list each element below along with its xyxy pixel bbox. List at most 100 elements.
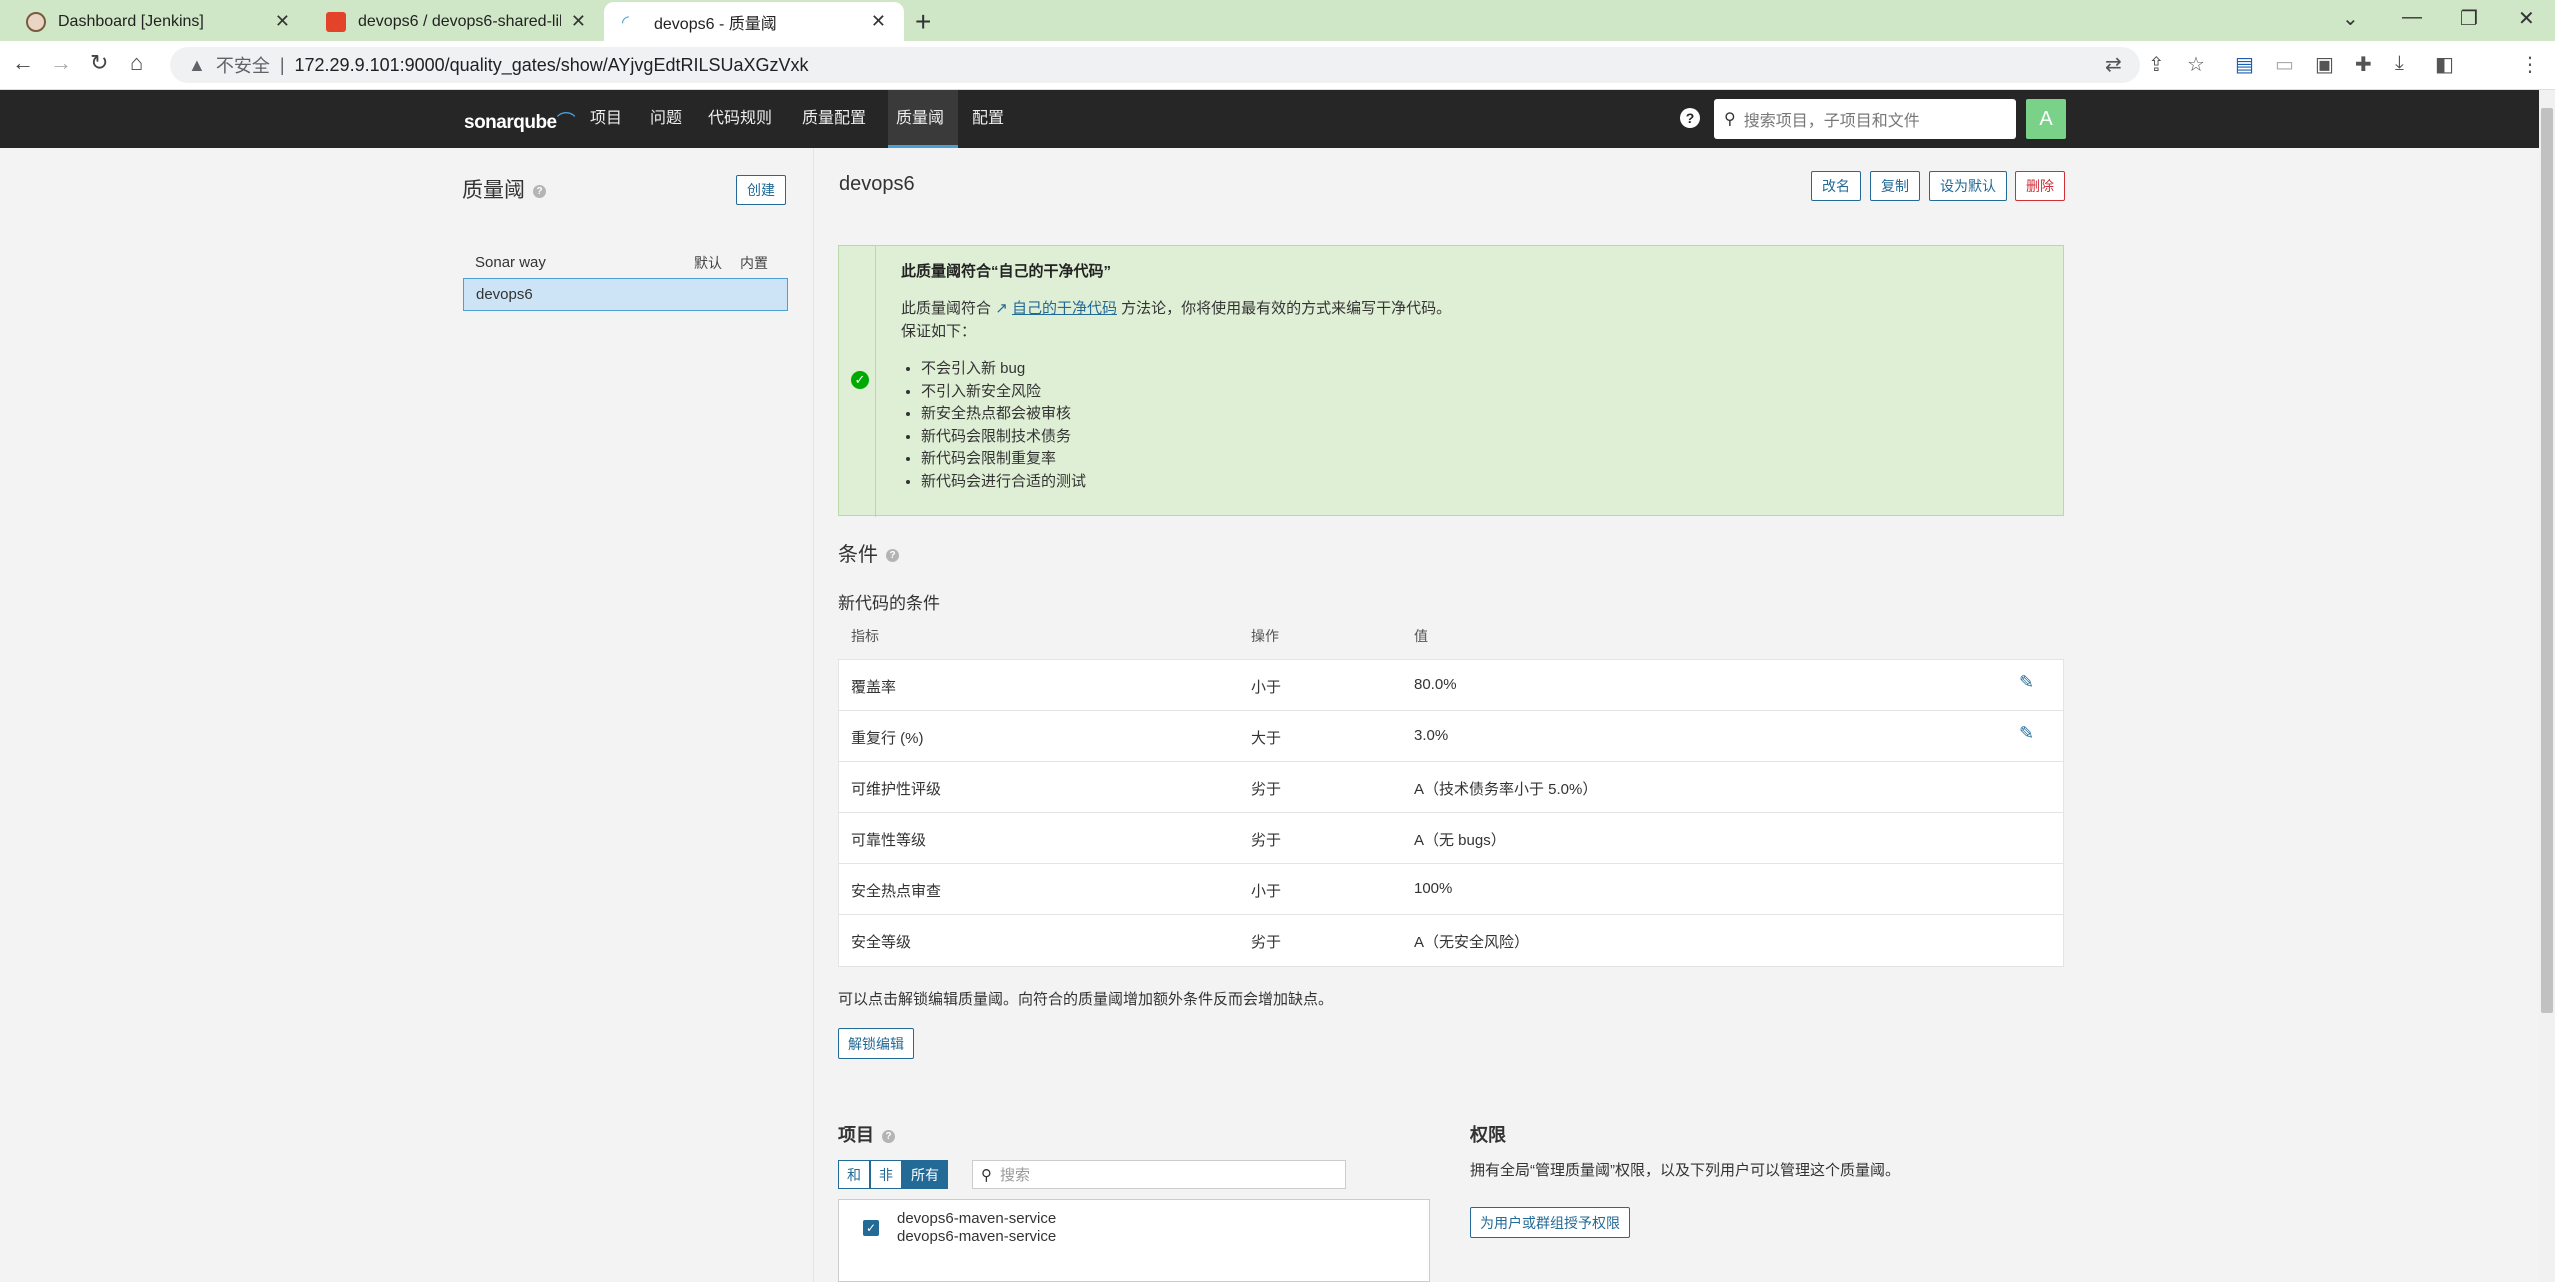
clean-as-you-code-notice: ✓ 此质量阈符合“自己的干净代码” 此质量阈符合 ↗ 自己的干净代码 方法论，你… [838,245,2064,517]
nav-projects[interactable]: 项目 [584,90,628,148]
unlock-note: 可以点击解锁编辑质量阈。向符合的质量阈增加额外条件反而会增加缺点。 [838,991,1334,1008]
table-row: 可维护性评级 劣于 A（技术债务率小于 5.0%） [839,762,2063,813]
nav-quality-gates[interactable]: 质量阈 [888,90,958,148]
condition-operator: 小于 [1251,679,1282,696]
new-code-conditions-title: 新代码的条件 [838,594,940,613]
user-avatar[interactable]: A [2026,99,2066,139]
condition-operator: 小于 [1251,883,1282,900]
close-icon[interactable]: ✕ [571,11,586,32]
translate-icon[interactable]: ⇄ [2105,52,2122,77]
condition-metric: 安全等级 [851,934,912,951]
list-item: 不会引入新 bug [921,358,1086,381]
conditions-title: 条件? [838,538,899,567]
edit-pencil-icon[interactable]: ✎ [2019,672,2034,693]
sidebar-title: 质量阈? [462,174,546,204]
share-icon[interactable]: ⇪ [2148,52,2165,77]
reload-icon[interactable]: ↻ [90,50,108,76]
close-icon[interactable]: ✕ [871,11,886,32]
menu-icon[interactable]: ⋮ [2520,52,2540,77]
delete-button[interactable]: 删除 [2015,171,2065,201]
default-badge: 默认 [694,255,722,271]
conditions-table: 覆盖率 小于 80.0% ✎ 重复行 (%) 大于 3.0% ✎ 可维护性评级 … [838,659,2064,967]
project-checkbox[interactable]: ✓ [863,1220,879,1236]
puzzle-icon[interactable]: ✚ [2355,52,2372,77]
list-item: 新代码会进行合适的测试 [921,471,1086,494]
global-search-input[interactable]: ⚲ 搜索项目，子项目和文件 [1714,99,2016,139]
close-icon[interactable]: ✕ [275,11,290,32]
address-bar: ← → ↻ ⌂ ▲ 不安全 | 172.29.9.101:9000/qualit… [0,41,2555,117]
bookmark-star-icon[interactable]: ☆ [2187,52,2205,77]
condition-metric: 可靠性等级 [851,832,927,849]
permissions-text: 拥有全局“管理质量阈”权限，以及下列用户可以管理这个质量阈。 [1470,1162,1900,1179]
gate-item-devops6[interactable]: devops6 [463,278,788,311]
rename-button[interactable]: 改名 [1811,171,1861,201]
restore-button[interactable]: ❐ [2460,6,2478,31]
condition-metric: 重复行 (%) [851,730,924,747]
forward-icon[interactable]: → [50,50,72,76]
condition-operator: 大于 [1251,730,1282,747]
download-icon[interactable]: ⤓ [2395,52,2404,75]
unlock-edit-button[interactable]: 解锁编辑 [838,1028,914,1059]
condition-operator: 劣于 [1251,934,1282,951]
help-icon[interactable]: ? [1680,108,1700,128]
condition-metric: 可维护性评级 [851,781,942,798]
help-icon[interactable]: ? [533,184,546,198]
tab-sonarqube[interactable]: ◜ devops6 - 质量阈 ✕ [604,2,904,41]
condition-metric: 安全热点审查 [851,883,942,900]
check-circle-icon: ✓ [851,371,869,389]
condition-operator: 劣于 [1251,832,1282,849]
column-operator: 操作 [1251,628,1279,644]
nav-administration[interactable]: 配置 [966,90,1010,148]
nav-quality-profiles[interactable]: 质量配置 [796,90,872,148]
quality-gates-sidebar: 质量阈? 创建 Sonar way 默认 内置 devops6 [0,148,814,1282]
tab-gitlab[interactable]: devops6 / devops6-shared-lib ✕ [308,2,604,41]
nav-rules[interactable]: 代码规则 [702,90,778,148]
back-icon[interactable]: ← [12,50,34,76]
cayc-intro: 此质量阈符合 ↗ 自己的干净代码 方法论，你将使用最有效的方式来编写干净代码。 [901,300,1452,317]
list-item: 新代码会限制技术债务 [921,426,1086,449]
home-icon[interactable]: ⌂ [130,50,143,76]
set-default-button[interactable]: 设为默认 [1929,171,2007,201]
cayc-guarantee: 保证如下： [901,323,977,340]
project-filter-group: 和 非 所有 [838,1160,948,1189]
table-row: 可靠性等级 劣于 A（无 bugs） [839,813,2063,864]
external-link-icon: ↗ [995,300,1008,317]
filter-with[interactable]: 和 [838,1160,870,1189]
sonarqube-icon: ◜ [622,11,629,32]
gitlab-icon [326,11,346,32]
url-field[interactable]: ▲ 不安全 | 172.29.9.101:9000/quality_gates/… [170,47,2140,83]
sidepanel-icon[interactable]: ◧ [2435,52,2454,77]
nav-issues[interactable]: 问题 [644,90,688,148]
tab-jenkins[interactable]: Dashboard [Jenkins] ✕ [8,2,308,41]
tab-search-icon[interactable]: ⌄ [2342,6,2359,31]
sonarqube-navbar: sonarqube⌒ 项目 问题 代码规则 质量配置 质量阈 配置 ? ⚲ 搜索… [0,90,2555,148]
help-icon[interactable]: ? [886,549,899,563]
copy-button[interactable]: 复制 [1870,171,1920,201]
condition-value: A（无安全风险） [1414,934,1530,951]
help-icon[interactable]: ? [882,1129,895,1143]
search-icon: ⚲ [1724,111,1736,128]
project-search-input[interactable]: ⚲ 搜索 [972,1160,1346,1189]
browser-tab-bar: Dashboard [Jenkins] ✕ devops6 / devops6-… [0,0,2555,41]
table-row: 安全热点审查 小于 100% [839,864,2063,915]
condition-value: 80.0% [1414,676,1457,693]
filter-without[interactable]: 非 [870,1160,902,1189]
clean-as-you-code-link[interactable]: 自己的干净代码 [1012,300,1117,317]
close-window-button[interactable]: ✕ [2518,6,2535,31]
grant-permissions-button[interactable]: 为用户或群组授予权限 [1470,1207,1630,1238]
filter-all[interactable]: 所有 [902,1160,948,1189]
edit-pencil-icon[interactable]: ✎ [2019,723,2034,744]
minimize-button[interactable]: — [2402,6,2422,29]
condition-operator: 劣于 [1251,781,1282,798]
create-button[interactable]: 创建 [736,175,786,205]
scrollbar-thumb[interactable] [2541,108,2553,1013]
extension-badge-icon[interactable]: ▣ [2315,52,2334,77]
reader-icon[interactable]: ▤ [2235,52,2254,77]
list-item: 新代码会限制重复率 [921,448,1086,471]
projects-title: 项目? [838,1121,895,1147]
new-tab-button[interactable]: + [915,6,931,38]
sonarqube-logo[interactable]: sonarqube⌒ [464,107,576,134]
extension-icon[interactable]: ▭ [2275,52,2294,77]
table-row: 重复行 (%) 大于 3.0% ✎ [839,711,2063,762]
insecure-label: 不安全 [215,56,270,76]
